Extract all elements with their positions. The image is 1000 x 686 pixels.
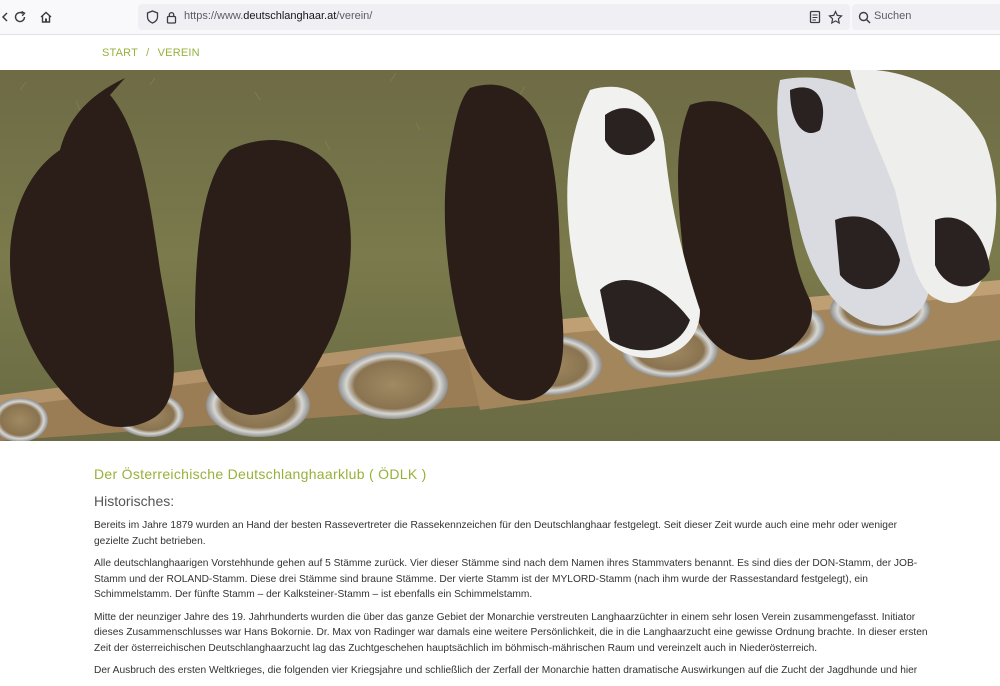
breadcrumb-separator: /	[146, 47, 150, 59]
article-subtitle: Historisches:	[94, 493, 175, 509]
article-paragraph: Bereits im Jahre 1879 wurden an Hand der…	[94, 520, 898, 547]
hero-image	[0, 70, 1000, 441]
reload-icon[interactable]	[11, 8, 29, 26]
url-text[interactable]: https://www.deutschlanghaar.at/verein/	[184, 10, 372, 22]
bookmark-star-icon[interactable]	[826, 8, 844, 26]
browser-toolbar: https://www.deutschlanghaar.at/verein/ S…	[0, 0, 1000, 35]
search-icon	[855, 8, 873, 26]
reader-view-icon[interactable]	[806, 8, 824, 26]
url-path: /verein/	[336, 10, 373, 22]
article-paragraph: Alle deutschlanghaarigen Vorstehhunde ge…	[94, 558, 918, 600]
article-title: Der Österreichische Deutschlanghaarklub …	[94, 466, 427, 482]
search-bar[interactable]: Suchen	[852, 4, 1000, 30]
breadcrumb-current[interactable]: VEREIN	[158, 47, 200, 59]
article-paragraph: Mitte der neunziger Jahre des 19. Jahrhu…	[94, 611, 928, 654]
shield-icon[interactable]	[143, 8, 161, 26]
lock-icon[interactable]	[162, 8, 180, 26]
home-icon[interactable]	[37, 8, 55, 26]
article-paragraph: Der Ausbruch des ersten Weltkrieges, die…	[94, 665, 918, 676]
url-prefix: https://www.	[184, 10, 244, 22]
url-domain: deutschlanghaar.at	[243, 10, 337, 22]
address-bar[interactable]: https://www.deutschlanghaar.at/verein/	[138, 4, 850, 30]
article: Der Österreichische Deutschlanghaarklub …	[94, 466, 934, 686]
breadcrumb: START / VEREIN	[102, 47, 200, 59]
search-input[interactable]: Suchen	[874, 10, 911, 22]
breadcrumb-home-link[interactable]: START	[102, 47, 138, 59]
